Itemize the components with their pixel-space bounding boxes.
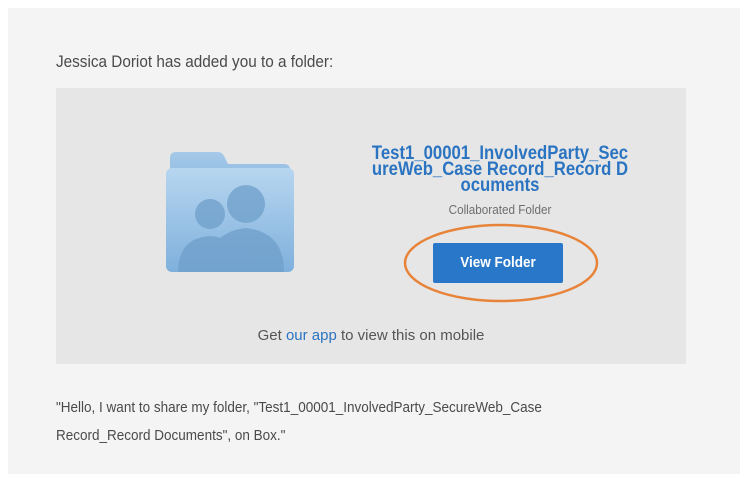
intro-text: Jessica Doriot has added you to a folder…: [56, 52, 334, 71]
folder-panel: Test1_00001_InvolvedParty_SecureWeb_Case…: [56, 88, 686, 364]
shared-folder-icon: [166, 152, 294, 272]
folder-name[interactable]: Test1_00001_InvolvedParty_SecureWeb_Case…: [370, 144, 630, 195]
view-folder-button[interactable]: View Folder: [433, 243, 563, 283]
our-app-link[interactable]: our app: [286, 327, 337, 344]
mobile-prefix: Get: [257, 327, 286, 344]
mobile-suffix: to view this on mobile: [336, 327, 485, 344]
mobile-app-line: Get our app to view this on mobile: [56, 327, 686, 344]
view-folder-button-label: View Folder: [460, 254, 536, 271]
email-card: Jessica Doriot has added you to a folder…: [8, 8, 740, 474]
folder-type-label: Collaborated Folder: [448, 202, 552, 217]
personal-message: "Hello, I want to share my folder, "Test…: [56, 399, 542, 444]
